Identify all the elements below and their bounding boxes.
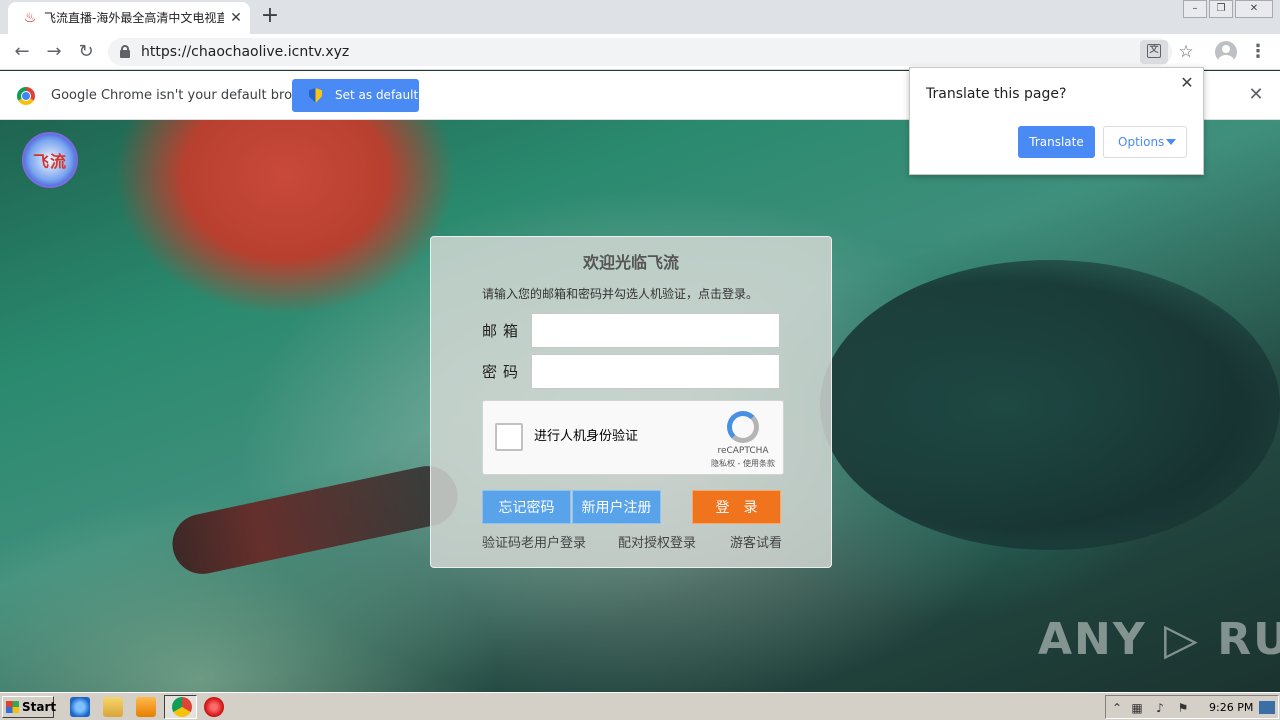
back-button[interactable]: ← — [10, 40, 34, 64]
stop-icon[interactable] — [204, 697, 224, 717]
url-text[interactable]: https://chaochaolive.icntv.xyz — [141, 43, 349, 61]
chrome-icon — [172, 697, 192, 717]
internet-explorer-icon[interactable] — [70, 697, 90, 717]
tab-strip: ♨ 飞流直播-海外最全高清中文电视直播 ✕ + – ❐ ✕ — [0, 0, 1280, 34]
background-figure — [820, 260, 1280, 550]
profile-icon[interactable] — [1215, 41, 1237, 63]
login-title: 欢迎光临飞流 — [582, 253, 679, 272]
star-icon[interactable]: ☆ — [1174, 40, 1198, 64]
password-field[interactable] — [531, 354, 780, 389]
recaptcha-label: 进行人机身份验证 — [534, 429, 639, 444]
login-panel: 欢迎光临飞流 请输入您的邮箱和密码并勾选人机验证，点击登录。 邮箱 密码 进行人… — [430, 236, 832, 568]
login-hint: 请输入您的邮箱和密码并勾选人机验证，点击登录。 — [482, 287, 759, 301]
guest-link[interactable]: 游客试看 — [730, 535, 782, 552]
windows-logo-icon — [6, 701, 19, 713]
show-desktop-icon[interactable] — [1259, 701, 1275, 714]
site-logo-text: 飞流 — [32, 152, 67, 171]
system-tray: ⌃ ▦ ♪ ⚑ 9:26 PM — [1105, 695, 1279, 719]
recaptcha-logo-icon — [727, 411, 759, 443]
chrome-logo-icon — [17, 87, 35, 105]
translate-popup-title: Translate this page? — [926, 86, 1067, 102]
chevron-down-icon — [1166, 139, 1176, 145]
code-login-link[interactable]: 验证码老用户登录 — [482, 535, 586, 552]
volume-icon[interactable]: ♪ — [1152, 700, 1168, 716]
start-button[interactable]: Start — [2, 696, 57, 718]
forgot-password-button[interactable]: 忘记密码 — [482, 490, 571, 524]
flag-icon[interactable]: ⚑ — [1175, 700, 1191, 716]
tab-active[interactable]: ♨ 飞流直播-海外最全高清中文电视直播 ✕ — [8, 2, 250, 34]
taskbar-chrome-button[interactable] — [164, 695, 197, 719]
media-player-icon[interactable] — [136, 697, 156, 717]
folder-icon[interactable] — [103, 697, 123, 717]
recaptcha-widget: 进行人机身份验证 reCAPTCHA 隐私权 - 使用条款 — [482, 400, 784, 475]
start-label: Start — [22, 700, 57, 714]
page-background: 飞流 欢迎光临飞流 请输入您的邮箱和密码并勾选人机验证，点击登录。 邮箱 密码 … — [0, 120, 1280, 692]
new-tab-button[interactable]: + — [258, 5, 282, 29]
recaptcha-links[interactable]: 隐私权 - 使用条款 — [707, 459, 779, 469]
login-button[interactable]: 登录 — [692, 490, 781, 524]
network-icon[interactable]: ▦ — [1129, 700, 1145, 716]
translate-options-button[interactable]: Options — [1103, 126, 1187, 158]
translate-icon[interactable]: 文 — [1140, 40, 1168, 64]
forward-button[interactable]: → — [42, 40, 66, 64]
translate-options-label: Options — [1118, 135, 1165, 149]
recaptcha-checkbox[interactable] — [495, 423, 523, 451]
email-field[interactable] — [531, 313, 780, 348]
menu-icon[interactable]: ⋮ — [1246, 40, 1270, 64]
set-as-default-button[interactable]: Set as default — [292, 79, 419, 112]
site-logo[interactable]: 飞流 — [22, 132, 78, 188]
infobar-message: Google Chrome isn't your default browser — [51, 88, 323, 103]
translate-popup-close-icon[interactable]: ✕ — [1178, 74, 1196, 92]
password-label: 密码 — [482, 363, 525, 381]
infobar-close-icon[interactable]: ✕ — [1246, 85, 1266, 105]
reload-button[interactable]: ↻ — [74, 40, 98, 64]
browser-toolbar: ← → ↻ https://chaochaolive.icntv.xyz — [0, 34, 1280, 70]
set-as-default-label: Set as default — [335, 88, 419, 102]
taskbar: Start ⌃ ▦ ♪ ⚑ 9:26 PM — [0, 692, 1280, 720]
tab-title: 飞流直播-海外最全高清中文电视直播 — [44, 11, 224, 25]
lock-icon[interactable] — [120, 45, 130, 58]
background-arm — [166, 460, 464, 580]
translate-popup: Translate this page? ✕ Translate Options — [909, 67, 1204, 175]
maximize-button[interactable]: ❐ — [1209, 0, 1233, 18]
anyrun-watermark: ANY ▷ RUN — [1038, 614, 1280, 665]
pair-login-link[interactable]: 配对授权登录 — [618, 535, 696, 552]
email-label: 邮箱 — [482, 322, 525, 340]
shield-icon — [309, 88, 322, 103]
tray-expand-icon[interactable]: ⌃ — [1109, 700, 1125, 716]
minimize-button[interactable]: – — [1183, 0, 1207, 18]
feiliu-logo-icon: ♨ — [23, 10, 37, 26]
tab-close-icon[interactable]: ✕ — [228, 10, 244, 26]
clock: 9:26 PM — [1209, 701, 1254, 714]
translate-button[interactable]: Translate — [1018, 126, 1095, 158]
address-bar[interactable]: https://chaochaolive.icntv.xyz — [108, 38, 1172, 66]
window-close-button[interactable]: ✕ — [1235, 0, 1273, 18]
recaptcha-brand: reCAPTCHA — [717, 446, 769, 456]
register-button[interactable]: 新用户注册 — [572, 490, 661, 524]
